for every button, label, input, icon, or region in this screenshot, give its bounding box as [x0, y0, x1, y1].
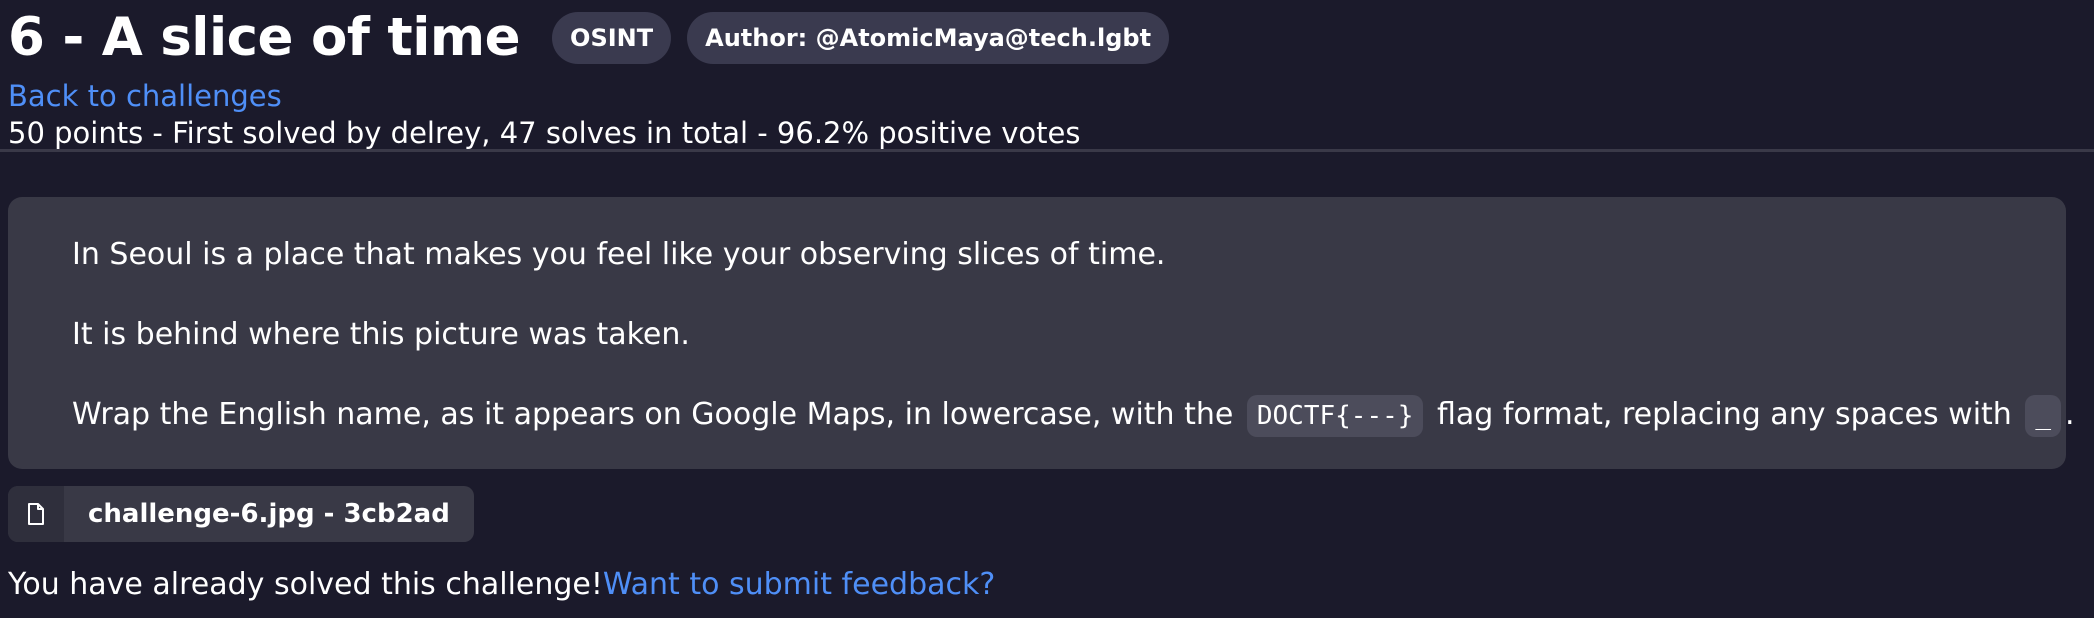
attachment-download[interactable]: challenge-6.jpg - 3cb2ad	[8, 486, 474, 542]
category-badge: OSINT	[552, 12, 672, 64]
challenge-header: 6 - A slice of time OSINT Author: @Atomi…	[0, 0, 2094, 152]
flag-format-code: DOCTF{---}	[1246, 395, 1424, 437]
description-line-2: It is behind where this picture was take…	[72, 317, 690, 352]
attachment-name: challenge-6.jpg - 3cb2ad	[88, 499, 450, 529]
description-line-1: In Seoul is a place that makes you feel …	[72, 237, 1166, 272]
challenge-title: 6 - A slice of time	[8, 7, 521, 68]
title-row: 6 - A slice of time OSINT Author: @Atomi…	[8, 8, 2086, 68]
description-line-3-end: .	[2065, 397, 2075, 432]
file-icon	[8, 486, 64, 542]
challenge-description: In Seoul is a place that makes you feel …	[8, 197, 2075, 469]
space-replacement-code: _	[2025, 395, 2062, 437]
author-badge: Author: @AtomicMaya@tech.lgbt	[687, 12, 1170, 64]
solved-status: You have already solved this challenge!W…	[8, 565, 995, 605]
description-line-3-middle: flag format, replacing any spaces with	[1436, 397, 2012, 432]
description-line-3-start: Wrap the English name, as it appears on …	[72, 397, 1234, 432]
challenge-meta: 50 points - First solved by delrey, 47 s…	[8, 116, 1081, 150]
submit-feedback-link[interactable]: Want to submit feedback?	[603, 567, 995, 602]
solved-text: You have already solved this challenge!	[8, 567, 603, 602]
description-line-3: Wrap the English name, as it appears on …	[72, 395, 2075, 437]
back-to-challenges-link[interactable]: Back to challenges	[8, 78, 282, 114]
